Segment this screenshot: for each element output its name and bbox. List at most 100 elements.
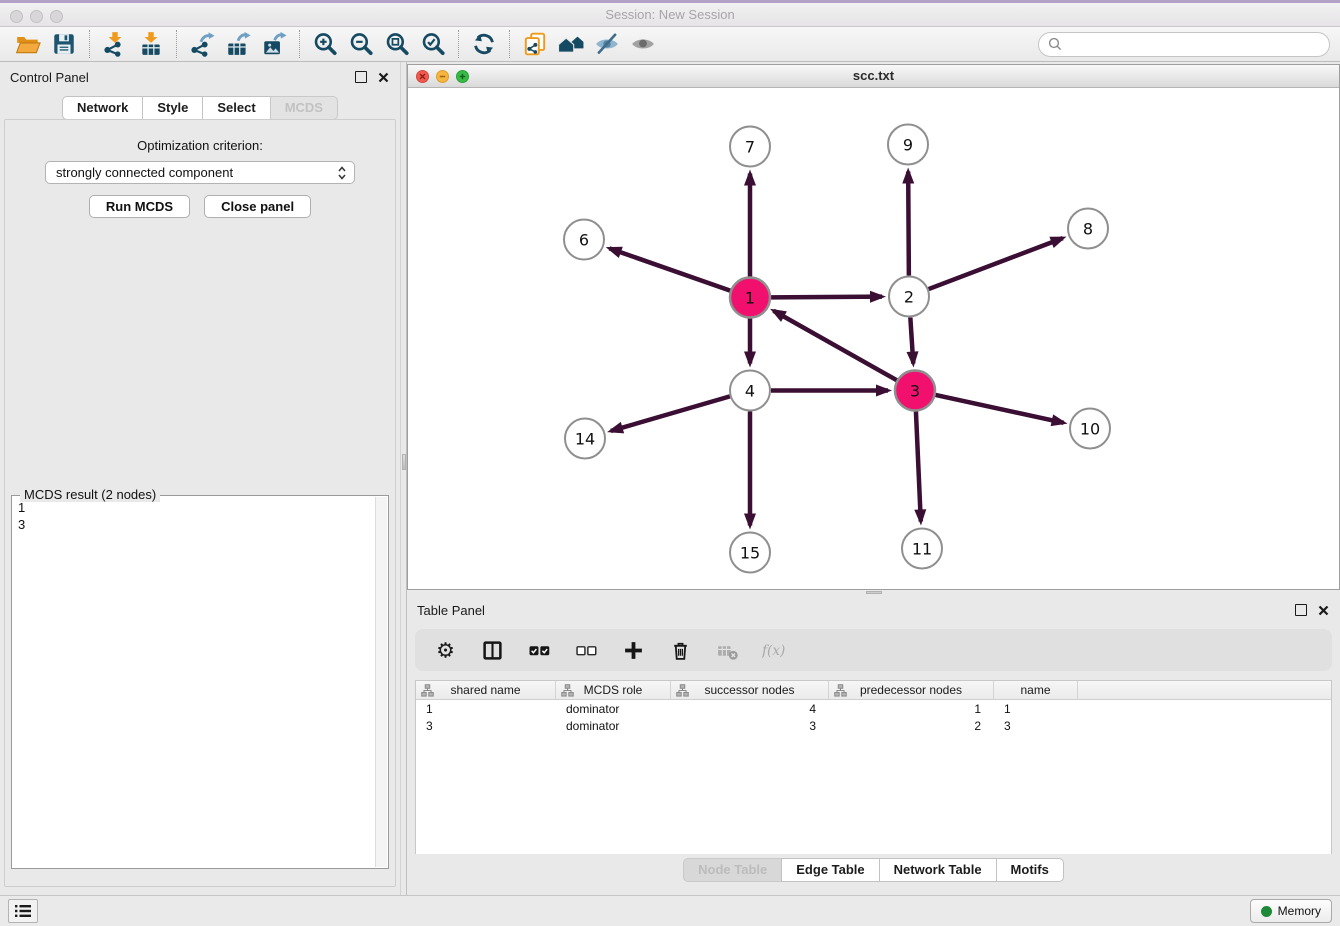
export-image-button[interactable] <box>256 29 292 59</box>
deselect-all-rows-button[interactable] <box>574 637 598 663</box>
memory-label: Memory <box>1278 904 1321 918</box>
edge-2-3[interactable] <box>910 317 913 363</box>
column-header-successor-nodes[interactable]: successor nodes <box>671 681 829 699</box>
content-area: Control Panel NetworkStyleSelectMCDS Opt… <box>0 62 1340 895</box>
network-window-titlebar[interactable]: scc.txt <box>408 65 1339 88</box>
create-column-button[interactable] <box>621 637 645 663</box>
edge-3-10[interactable] <box>936 395 1064 423</box>
tab-style[interactable]: Style <box>142 96 203 120</box>
table-cell[interactable]: 3 <box>416 717 556 734</box>
first-neighbors-button[interactable] <box>553 29 589 59</box>
tab-network[interactable]: Network <box>62 96 143 120</box>
import-table-button[interactable] <box>133 29 169 59</box>
tab-network-table[interactable]: Network Table <box>879 858 997 882</box>
show-all-icon <box>630 31 656 57</box>
mcds-panel: Optimization criterion: strongly connect… <box>4 119 396 887</box>
node-label-8: 8 <box>1083 220 1093 239</box>
node-label-4: 4 <box>745 382 755 401</box>
edge-3-1[interactable] <box>774 311 897 380</box>
task-history-button[interactable] <box>8 899 38 923</box>
table-cell[interactable]: 1 <box>994 700 1078 717</box>
float-panel-icon[interactable] <box>355 71 367 83</box>
toolbar-separator <box>299 30 300 58</box>
tab-motifs[interactable]: Motifs <box>996 858 1064 882</box>
edge-2-9[interactable] <box>908 171 909 275</box>
toolbar-separator <box>176 30 177 58</box>
table-cell[interactable]: 1 <box>829 700 994 717</box>
delete-columns-icon <box>670 640 691 661</box>
save-session-icon <box>51 31 77 57</box>
table-panel-title: Table Panel <box>417 603 485 618</box>
tab-select[interactable]: Select <box>202 96 270 120</box>
select-all-rows-button[interactable] <box>527 637 551 663</box>
column-header-shared-name[interactable]: shared name <box>416 681 556 699</box>
zoom-fit-button[interactable] <box>379 29 415 59</box>
show-all-button[interactable] <box>625 29 661 59</box>
control-panel-tabs: NetworkStyleSelectMCDS <box>0 96 400 120</box>
edge-2-8[interactable] <box>929 238 1063 289</box>
zoom-out-button[interactable] <box>343 29 379 59</box>
tab-mcds[interactable]: MCDS <box>270 96 338 120</box>
column-header-predecessor-nodes[interactable]: predecessor nodes <box>829 681 994 699</box>
mcds-result-box: MCDS result (2 nodes) 13 <box>11 495 389 869</box>
table-cell[interactable]: 2 <box>829 717 994 734</box>
close-panel-button[interactable]: Close panel <box>204 195 311 218</box>
table-cell[interactable]: dominator <box>556 717 671 734</box>
column-header-name[interactable]: name <box>994 681 1078 699</box>
splitter-handle[interactable] <box>402 454 406 470</box>
splitter-handle[interactable] <box>866 591 882 594</box>
tab-edge-table[interactable]: Edge Table <box>781 858 879 882</box>
select-all-rows-icon <box>529 640 550 661</box>
close-panel-icon[interactable] <box>377 71 390 84</box>
duplicate-network-button[interactable] <box>517 29 553 59</box>
optimization-criterion-select[interactable]: strongly connected component <box>45 161 355 184</box>
node-label-15: 15 <box>740 544 760 563</box>
table-mode-gear-button[interactable] <box>433 637 457 663</box>
table-row[interactable]: 1dominator411 <box>416 700 1331 717</box>
refresh-button[interactable] <box>466 29 502 59</box>
table-row[interactable]: 3dominator323 <box>416 717 1331 734</box>
delete-columns-button[interactable] <box>668 637 692 663</box>
zoom-in-button[interactable] <box>307 29 343 59</box>
window-titlebar: Session: New Session <box>0 0 1340 27</box>
column-label: name <box>1020 683 1050 697</box>
node-label-2: 2 <box>904 288 914 307</box>
show-hide-columns-button[interactable] <box>480 637 504 663</box>
tab-node-table[interactable]: Node Table <box>683 858 782 882</box>
node-label-7: 7 <box>745 138 755 157</box>
float-panel-icon[interactable] <box>1295 604 1307 616</box>
search-box[interactable] <box>1038 32 1330 57</box>
edge-1-2[interactable] <box>771 297 882 298</box>
open-session-button[interactable] <box>10 29 46 59</box>
run-mcds-button[interactable]: Run MCDS <box>89 195 190 218</box>
network-canvas[interactable]: 7968124314101511 <box>408 88 1339 589</box>
result-scrollbar[interactable] <box>375 497 387 867</box>
table-cell[interactable]: 4 <box>671 700 829 717</box>
hide-selected-button[interactable] <box>589 29 625 59</box>
zoom-selected-button[interactable] <box>415 29 451 59</box>
vertical-splitter[interactable] <box>400 62 407 895</box>
close-panel-icon[interactable] <box>1317 604 1330 617</box>
table-cell[interactable]: dominator <box>556 700 671 717</box>
edge-1-6[interactable] <box>609 248 730 290</box>
column-header-MCDS-role[interactable]: MCDS role <box>556 681 671 699</box>
function-builder-button <box>762 637 786 663</box>
search-input[interactable] <box>1068 37 1320 52</box>
import-network-button[interactable] <box>97 29 133 59</box>
table-cell[interactable]: 3 <box>994 717 1078 734</box>
search-icon <box>1048 37 1062 51</box>
refresh-icon <box>471 31 497 57</box>
mcds-result-value: 3 <box>18 516 374 533</box>
memory-button[interactable]: Memory <box>1250 899 1332 923</box>
export-network-icon <box>189 31 215 57</box>
mcds-result-list[interactable]: 13 <box>18 499 374 866</box>
table-cell[interactable]: 1 <box>416 700 556 717</box>
export-network-button[interactable] <box>184 29 220 59</box>
edge-4-14[interactable] <box>611 396 730 431</box>
import-network-icon <box>102 31 128 57</box>
export-table-button[interactable] <box>220 29 256 59</box>
table-tab-strip: Node TableEdge TableNetwork TableMotifs <box>407 854 1340 890</box>
table-cell[interactable]: 3 <box>671 717 829 734</box>
edge-3-11[interactable] <box>916 411 921 521</box>
save-session-button[interactable] <box>46 29 82 59</box>
